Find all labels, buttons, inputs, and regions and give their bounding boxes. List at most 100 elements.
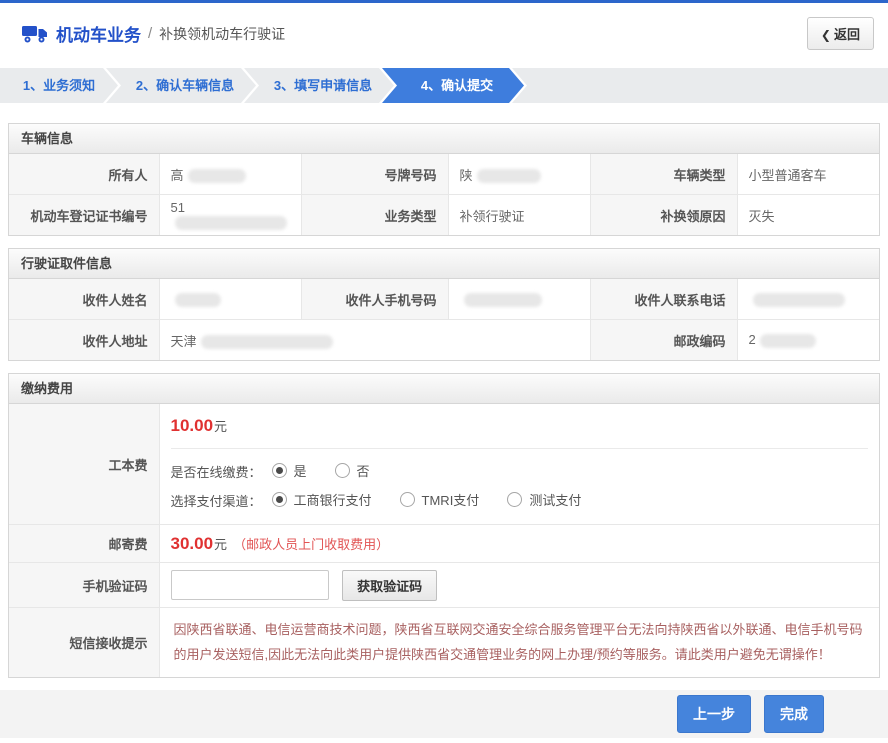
field-label: 补换领原因	[589, 194, 738, 235]
fee-label: 工本费	[9, 404, 160, 525]
field-value: 小型普通客车	[736, 154, 879, 195]
sms-tip-label: 短信接收提示	[9, 607, 160, 678]
breadcrumb-current: 补换领机动车行驶证	[159, 25, 286, 42]
radio-label: 测试支付	[529, 493, 582, 508]
step-tab-4-active[interactable]: 4、确认提交	[382, 68, 524, 103]
sms-tip-row: 短信接收提示 因陕西省联通、电信运营商技术问题，陕西省互联网交通安全综合服务管理…	[9, 607, 879, 678]
field-value: 2	[736, 319, 879, 360]
field-value	[447, 279, 591, 320]
back-button-label: 返回	[833, 27, 860, 42]
page-title: 机动车业务	[56, 26, 141, 45]
step-tab-3[interactable]: 3、填写申请信息	[244, 68, 394, 103]
online-pay-radio-group: 是否	[262, 461, 398, 481]
radio-option[interactable]: TMRI支付	[399, 490, 480, 509]
field-value-text: 陕	[459, 167, 473, 183]
breadcrumb-separator: /	[148, 25, 153, 42]
fee-unit: 元	[214, 536, 228, 552]
table-row: 收件人姓名 收件人手机号码 收件人联系电话	[9, 279, 879, 320]
get-captcha-button[interactable]: 获取验证码	[342, 569, 438, 601]
radio-selected-icon[interactable]	[271, 492, 287, 507]
table-row: 收件人地址 天津 邮政编码 2	[9, 319, 879, 360]
previous-step-button[interactable]: 上一步	[677, 695, 751, 734]
field-label: 收件人手机号码	[300, 279, 449, 320]
fee-value-cell: 30.00元 （邮政人员上门收取费用）	[158, 524, 879, 563]
online-pay-label: 是否在线缴费：	[170, 464, 262, 480]
captcha-cell: 获取验证码	[158, 562, 879, 608]
redacted-value	[187, 169, 246, 184]
field-label: 车辆类型	[589, 154, 738, 195]
radio-selected-icon[interactable]	[271, 463, 287, 478]
table-row: 所有人高 号牌号码陕 车辆类型 小型普通客车	[9, 154, 879, 195]
redacted-value	[759, 333, 816, 348]
field-value: 陕	[447, 154, 591, 195]
fee-row-youjifei: 邮寄费 30.00元 （邮政人员上门收取费用）	[9, 524, 879, 563]
field-label: 收件人姓名	[9, 279, 160, 320]
field-label: 所有人	[9, 154, 160, 195]
vehicle-info-title: 车辆信息	[9, 124, 879, 154]
field-value: 天津	[158, 319, 591, 360]
step-progress-bar: 1、业务须知 2、确认车辆信息 3、填写申请信息 4、确认提交	[0, 68, 888, 103]
field-value: 补领行驶证	[447, 194, 591, 235]
redacted-value	[463, 292, 542, 307]
field-value-text: 天津	[170, 333, 197, 349]
step-tab-2[interactable]: 2、确认车辆信息	[106, 68, 256, 103]
sms-tip-text: 因陕西省联通、电信运营商技术问题，陕西省互联网交通安全综合服务管理平台无法向持陕…	[173, 622, 863, 662]
radio-unselected-icon[interactable]	[507, 492, 523, 507]
pay-channel-question: 选择支付渠道： 工商银行支付 TMRI支付 测试支付	[171, 490, 869, 510]
chevron-left-icon: ❮	[820, 28, 831, 42]
radio-label: 工商银行支付	[293, 493, 372, 508]
radio-option[interactable]: 测试支付	[507, 490, 581, 509]
radio-option[interactable]: 否	[334, 461, 370, 480]
field-value: 51	[158, 194, 302, 235]
truck-icon	[22, 25, 47, 42]
divider	[170, 448, 868, 449]
field-label: 机动车登记证书编号	[9, 194, 160, 235]
field-value: 灭失	[736, 194, 879, 235]
vehicle-info-panel: 车辆信息 所有人高号牌号码陕车辆类型 小型普通客车 机动车登记证书编号 51 业务类型补…	[8, 123, 880, 236]
field-value-text: 2	[748, 332, 756, 348]
field-value-text: 高	[170, 167, 184, 183]
pay-channel-label: 选择支付渠道：	[170, 493, 262, 509]
fee-amount-line: 10.00元	[171, 416, 869, 436]
field-label: 号牌号码	[300, 154, 449, 195]
field-value: 高	[158, 154, 302, 195]
pickup-info-title: 行驶证取件信息	[9, 249, 879, 279]
fees-title: 缴纳费用	[9, 374, 879, 404]
fee-amount: 10.00	[170, 416, 214, 435]
captcha-input[interactable]	[170, 570, 329, 600]
fees-panel: 缴纳费用 工本费 10.00元 是否在线缴费： 是否 选择支付渠道： 工商银行支…	[8, 373, 880, 679]
field-value-text: 小型普通客车	[748, 167, 827, 183]
radio-label: TMRI支付	[421, 493, 480, 508]
finish-button[interactable]: 完成	[764, 695, 824, 734]
radio-unselected-icon[interactable]	[334, 463, 350, 478]
main-content: 车辆信息 所有人高号牌号码陕车辆类型 小型普通客车 机动车登记证书编号 51 业务类型补…	[0, 103, 888, 679]
captcha-label: 手机验证码	[9, 562, 160, 608]
field-label: 收件人地址	[9, 319, 160, 360]
fee-label: 邮寄费	[9, 524, 160, 563]
field-value-text: 灭失	[748, 208, 775, 224]
captcha-row: 手机验证码 获取验证码	[9, 562, 879, 608]
fee-unit: 元	[214, 419, 228, 434]
field-value-text: 补领行驶证	[459, 208, 525, 224]
radio-unselected-icon[interactable]	[399, 492, 415, 507]
step-bar-filler	[512, 68, 888, 103]
radio-option[interactable]: 工商银行支付	[271, 490, 372, 509]
pay-channel-radio-group: 工商银行支付 TMRI支付 测试支付	[262, 490, 610, 510]
fee-amount: 30.00	[170, 533, 214, 553]
pickup-info-table: 收件人姓名 收件人手机号码 收件人联系电话 收件人地址 天津 邮政编码 2	[9, 279, 879, 360]
redacted-value	[174, 216, 287, 231]
field-label: 业务类型	[300, 194, 449, 235]
pickup-info-panel: 行驶证取件信息 收件人姓名 收件人手机号码 收件人联系电话 收件人地址 天津 邮政编码 2	[8, 248, 880, 361]
table-row: 机动车登记证书编号 51 业务类型 补领行驶证 补换领原因 灭失	[9, 194, 879, 235]
page-header: 机动车业务 / 补换领机动车行驶证 ❮ 返回	[0, 3, 888, 60]
sms-tip-cell: 因陕西省联通、电信运营商技术问题，陕西省互联网交通安全综合服务管理平台无法向持陕…	[158, 607, 879, 678]
step-tab-1[interactable]: 1、业务须知	[0, 68, 118, 103]
back-button[interactable]: ❮ 返回	[806, 17, 874, 50]
radio-option[interactable]: 是	[271, 461, 307, 480]
radio-label: 否	[356, 464, 370, 479]
field-label: 邮政编码	[589, 319, 738, 360]
redacted-value	[752, 292, 845, 307]
redacted-value	[200, 335, 333, 350]
radio-label: 是	[293, 464, 307, 479]
fees-table: 工本费 10.00元 是否在线缴费： 是否 选择支付渠道： 工商银行支付 TMRI…	[9, 404, 879, 678]
